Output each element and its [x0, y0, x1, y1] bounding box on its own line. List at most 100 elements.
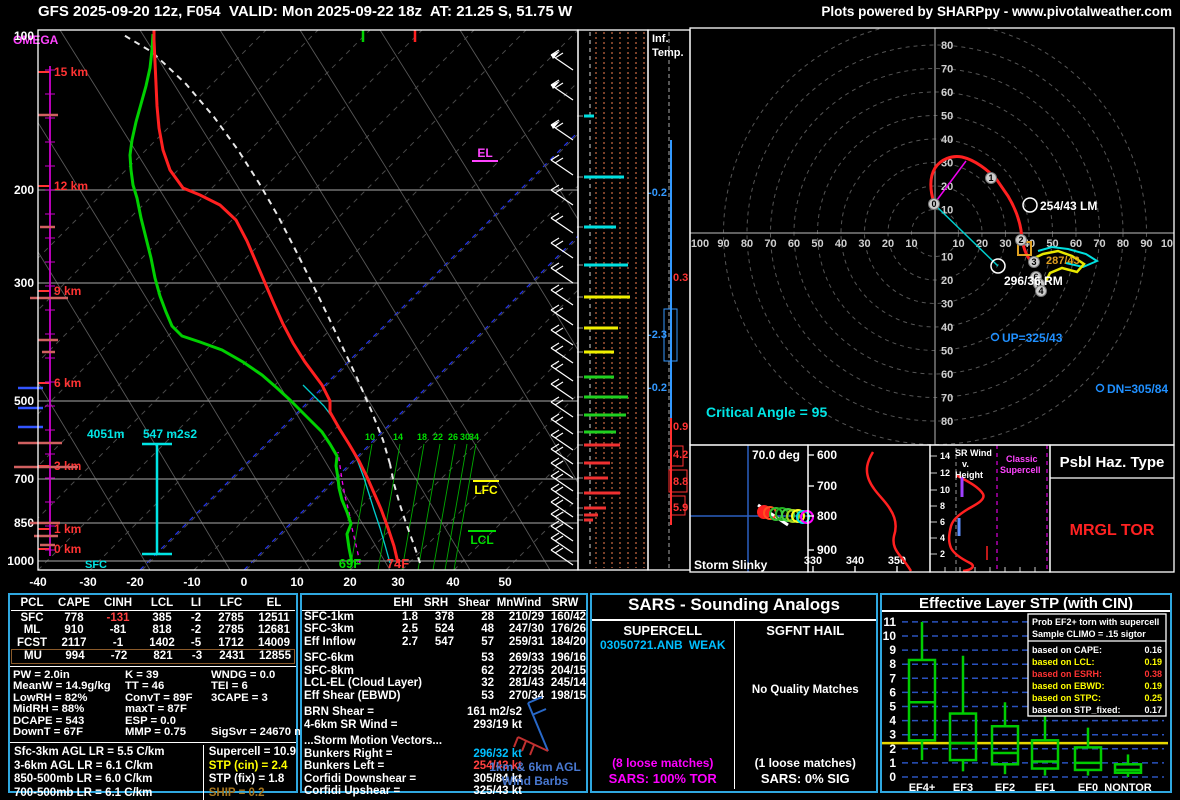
- kinematics-table: SFC-1km1.837828210/29160/42SFC-3km2.5524…: [302, 611, 586, 703]
- hodo-height-marker-label: 3: [1031, 257, 1036, 267]
- hodo-ring-label: 70: [1093, 238, 1105, 250]
- isotherm-highlight: [140, 30, 680, 570]
- pcl-cell: -81: [95, 624, 141, 637]
- hodo-ring-label: 80: [941, 40, 953, 52]
- hodo-ring-label: 60: [941, 369, 953, 381]
- mixing-ratio-label: 22: [433, 432, 443, 442]
- pcl-cell: -131: [95, 612, 141, 625]
- stp-box: [992, 726, 1018, 764]
- parcel-trace: [122, 34, 390, 464]
- isotherm: [142, 30, 682, 570]
- thermo-indices-grid: PW = 2.0inK = 39WNDG = 0.0MeanW = 14.9g/…: [10, 669, 296, 741]
- hodo-ring-label: 60: [788, 238, 800, 250]
- wind-barb: [551, 414, 559, 419]
- corfidi-dn-label: DN=305/84: [1107, 382, 1168, 396]
- wind-barb: [551, 550, 573, 565]
- hodo-ring-label: 60: [941, 87, 953, 99]
- hodo-ring-label: 50: [941, 111, 953, 123]
- thetae-value-label: 340: [846, 555, 864, 567]
- wind-barb: [551, 538, 573, 553]
- pcl-cell: 2785: [209, 624, 253, 637]
- pcl-cell: 2785: [209, 612, 253, 625]
- sars-sig-prob: SARS: 0% SIG: [735, 771, 877, 786]
- pcl-table: SFC778-131385-2278512511ML910-81818-2278…: [10, 612, 296, 664]
- table-row: SFC-8km62272/35204/15: [302, 665, 586, 678]
- temp-axis-label: 20: [343, 575, 357, 589]
- barb-6km-feather3: [530, 745, 534, 755]
- temp-axis-label: -40: [29, 575, 47, 589]
- el-label: EL: [477, 146, 492, 160]
- pcl-cell: ML: [11, 624, 53, 637]
- wind-barb: [555, 461, 563, 466]
- inf-temp-value: 8.8: [673, 476, 688, 488]
- isotherm: [0, 30, 422, 570]
- pcl-header-cell: PCL: [11, 597, 53, 610]
- stp-legend-value: 0.19: [1144, 657, 1162, 667]
- sars-panel: SARS - Sounding Analogs SUPERCELL 030507…: [590, 593, 878, 793]
- inf-temp-value: 5.9: [673, 502, 688, 514]
- dry-adiabat: [0, 30, 150, 570]
- pcl-cell: -5: [183, 637, 209, 650]
- stp-legend-header2: Sample CLIMO = .15 sigtor: [1032, 629, 1146, 639]
- stp-legend: Prob EF2+ torn with supercellSample CLIM…: [1028, 614, 1166, 716]
- hodo-ring-label: 100: [691, 238, 709, 250]
- stp-box: [1032, 740, 1058, 768]
- inf-temp-value: -0.2: [648, 187, 667, 199]
- stp-y-label: 8: [889, 657, 896, 671]
- credit-text: Plots powered by SHARPpy - www.pivotalwe…: [821, 4, 1172, 19]
- pcl-cell: 12681: [253, 624, 295, 637]
- kin-cell: 272/35: [494, 665, 544, 678]
- stp-category-label: EF4+: [909, 782, 936, 793]
- temp-axis-label: 50: [498, 575, 512, 589]
- mixing-ratio-label: 26: [448, 432, 458, 442]
- wind-barb: [555, 500, 563, 505]
- wind-barb: [551, 361, 559, 366]
- stp-legend-value: 0.16: [1144, 645, 1162, 655]
- kin-label: Eff Shear (EBWD): [304, 690, 454, 703]
- kin-label: SFC-8km: [304, 665, 454, 678]
- barb-6km-feather1: [514, 737, 518, 747]
- wind-barb: [555, 512, 563, 517]
- dry-adiabat: [300, 30, 630, 570]
- slinky-rings: [758, 506, 813, 523]
- lapse-rate-row: 700-500mb LR = 6.1 C/km: [14, 787, 203, 800]
- pcl-cell: 818: [141, 624, 183, 637]
- kin-cell: 57: [454, 636, 494, 649]
- table-row: SFC-3km2.552448247/30176/26: [302, 623, 586, 636]
- kin-cell: 547: [418, 636, 454, 649]
- sars-hail-header: SGFNT HAIL: [735, 623, 877, 638]
- inf-header1: Inf.: [652, 33, 669, 45]
- hodo-height-marker-label: 2: [1018, 235, 1023, 245]
- composite-index-list: Supercell = 10.9STP (cin) = 2.4STP (fix)…: [203, 745, 296, 800]
- thetae-value-label: 330: [804, 555, 822, 567]
- sars-match-row[interactable]: 03050721.ANB WEAK: [592, 638, 734, 652]
- temp-axis-label: -30: [79, 575, 97, 589]
- pcl-table-header: PCLCAPECINHLCLLILFCEL: [11, 597, 295, 611]
- thetae-pressure-label: 700: [817, 479, 837, 493]
- kin-cell: 259/31: [494, 636, 544, 649]
- kin-label: SFC-3km: [304, 623, 388, 636]
- kin-cell: 524: [418, 623, 454, 636]
- sars-match-name[interactable]: 03050721.ANB: [600, 638, 683, 652]
- hodo-ring-label: 20: [976, 238, 988, 250]
- pcl-cell: 2431: [210, 650, 254, 663]
- hodo-ring-label: 10: [941, 252, 953, 264]
- effective-inflow-layer: 4051m 547 m2s2: [87, 427, 197, 554]
- wind-barb: [551, 526, 573, 541]
- wind-barb: [555, 536, 563, 541]
- hodo-ring-label: 80: [1117, 238, 1129, 250]
- srwind-height-label: 4: [940, 533, 945, 543]
- wind-barb: [555, 266, 563, 271]
- isotherm: [454, 30, 994, 570]
- table-row: LCL-EL (Cloud Layer)32281/43245/14: [302, 677, 586, 690]
- kin-header-cell: SRW: [544, 597, 586, 610]
- classic-label2: Supercell: [1000, 465, 1041, 475]
- stp-legend-value: 0.17: [1144, 705, 1162, 715]
- sars-supercell-summary: (8 loose matches) SARS: 100% TOR: [592, 756, 734, 786]
- barb-6km-feather2: [522, 741, 526, 751]
- pcl-cell: 385: [141, 612, 183, 625]
- wind-barb: [551, 243, 573, 258]
- srwind-title3: Height: [955, 470, 983, 480]
- wind-barb: [551, 218, 573, 233]
- kin-label: LCL-EL (Cloud Layer): [304, 677, 454, 690]
